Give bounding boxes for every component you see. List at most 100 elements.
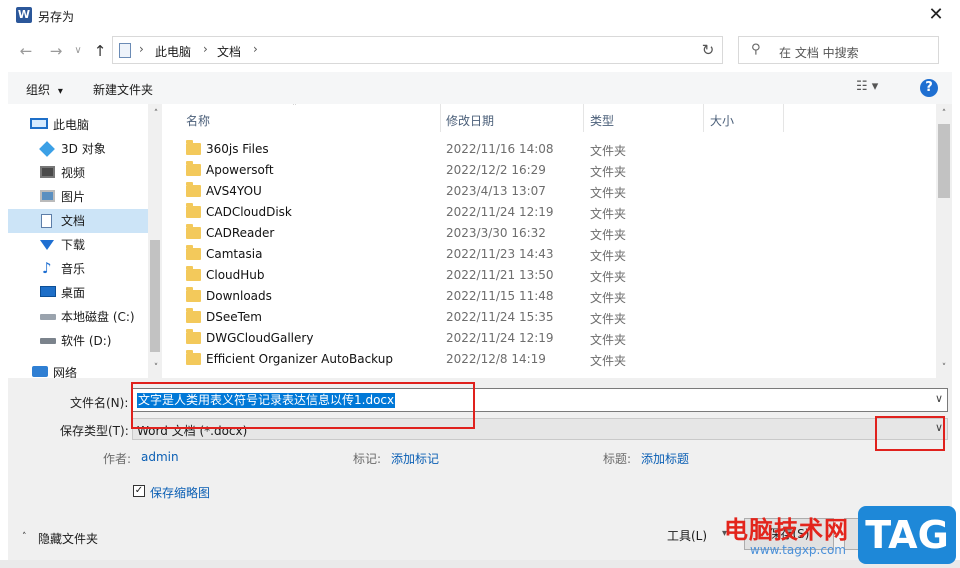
help-icon[interactable]: ? (920, 79, 938, 97)
download-icon (40, 240, 54, 250)
sidebar-item-label: 下载 (61, 238, 86, 252)
video-icon (40, 166, 55, 178)
watermark-url: www.tagxp.com (750, 543, 846, 557)
folder-icon (186, 203, 201, 218)
new-folder-button[interactable]: 新建文件夹 (93, 81, 153, 98)
file-row[interactable]: Efficient Organizer AutoBackup 2022/12/8 … (164, 349, 934, 370)
recent-locations-chevron-icon[interactable]: ∨ (66, 40, 90, 62)
sidebar-item-drive-d[interactable]: 软件 (D:) (8, 329, 148, 353)
view-options-icon[interactable]: ☷ ▾ (856, 79, 896, 97)
organize-button[interactable]: 组织 ▾ (26, 81, 63, 98)
sidebar-item-network[interactable]: 网络 (8, 361, 148, 378)
title-value[interactable]: 添加标题 (641, 450, 689, 467)
file-name: CADReader (206, 226, 275, 240)
file-row[interactable]: CADCloudDisk 2022/11/24 12:19 文件夹 (164, 202, 934, 223)
file-type: 文件夹 (590, 207, 627, 221)
tools-button[interactable]: 工具(L) (667, 527, 707, 544)
breadcrumb-separator-icon: › (253, 42, 258, 56)
folder-icon (186, 350, 201, 365)
file-date: 2022/11/23 14:43 (446, 247, 554, 261)
tags-label: 标记: (353, 452, 382, 466)
sidebar-item-documents[interactable]: 文档 (8, 209, 148, 233)
sidebar-item-pictures[interactable]: 图片 (8, 185, 148, 209)
sidebar-item-label: 文档 (61, 214, 86, 228)
file-row[interactable]: Apowersoft 2022/12/2 16:29 文件夹 (164, 160, 934, 181)
author-value[interactable]: admin (141, 450, 179, 464)
column-divider[interactable] (583, 104, 584, 132)
file-row[interactable]: DSeeTem 2022/11/24 15:35 文件夹 (164, 307, 934, 328)
sidebar-item-drive-c[interactable]: 本地磁盘 (C:) (8, 305, 148, 329)
sidebar-item-label: 软件 (D:) (61, 334, 112, 348)
file-name: CADCloudDisk (206, 205, 292, 219)
chevron-down-icon: ▾ (57, 86, 63, 97)
computer-icon (30, 118, 48, 129)
back-arrow-icon[interactable]: ← (14, 40, 38, 62)
navigation-pane: 此电脑 3D 对象 视频 图片 文档 下载 ♪ 音乐 桌面 本地磁盘 (C:) … (8, 104, 162, 378)
sidebar-item-downloads[interactable]: 下载 (8, 233, 148, 257)
network-icon (32, 366, 48, 377)
file-row[interactable]: CADReader 2023/3/30 16:32 文件夹 (164, 223, 934, 244)
sidebar-item-this-pc[interactable]: 此电脑 (8, 113, 148, 137)
file-row[interactable]: Camtasia 2022/11/23 14:43 文件夹 (164, 244, 934, 265)
tags-value[interactable]: 添加标记 (391, 450, 439, 467)
folder-icon (186, 308, 201, 323)
navigation-scroll-thumb[interactable] (150, 240, 160, 352)
file-row[interactable]: DWGCloudGallery 2022/11/24 12:19 文件夹 (164, 328, 934, 349)
file-date: 2022/12/8 14:19 (446, 352, 546, 366)
chevron-down-icon[interactable]: ∨ (935, 392, 943, 405)
document-icon (41, 214, 52, 228)
search-input[interactable]: ⚲ 在 文档 中搜索 (738, 36, 939, 64)
up-folder-icon[interactable]: ↑ (88, 40, 112, 62)
window-bottom-edge (0, 560, 960, 568)
column-divider[interactable] (783, 104, 784, 132)
scroll-up-icon[interactable]: ˄ (148, 106, 164, 122)
scroll-down-icon[interactable]: ˅ (148, 360, 164, 376)
breadcrumb-documents[interactable]: 文档 (217, 43, 241, 60)
sidebar-item-music[interactable]: ♪ 音乐 (8, 257, 148, 281)
file-name: Efficient Organizer AutoBackup (206, 352, 393, 366)
column-divider[interactable] (440, 104, 441, 132)
file-row[interactable]: Downloads 2022/11/15 11:48 文件夹 (164, 286, 934, 307)
column-header-type[interactable]: 类型 (590, 112, 614, 129)
picture-icon (40, 190, 55, 202)
file-date: 2022/11/21 13:50 (446, 268, 554, 282)
file-type: 文件夹 (590, 291, 627, 305)
save-thumbnail-checkbox[interactable]: ✓ (133, 485, 145, 497)
close-icon[interactable]: ✕ (924, 4, 948, 28)
file-row[interactable]: AVS4YOU 2023/4/13 13:07 文件夹 (164, 181, 934, 202)
chevron-up-icon[interactable]: ˄ (22, 532, 27, 542)
breadcrumb-separator-icon: › (203, 42, 208, 56)
column-header-date[interactable]: 修改日期 (446, 112, 494, 129)
file-date: 2023/3/30 16:32 (446, 226, 546, 240)
sidebar-item-label: 本地磁盘 (C:) (61, 310, 135, 324)
file-date: 2022/11/24 12:19 (446, 205, 554, 219)
file-row[interactable]: 360js Files 2022/11/16 14:08 文件夹 (164, 139, 934, 160)
column-header-name[interactable]: 名称 (186, 112, 210, 129)
file-name: 360js Files (206, 142, 269, 156)
file-name: AVS4YOU (206, 184, 262, 198)
sidebar-item-label: 3D 对象 (61, 142, 106, 156)
sort-ascending-icon: ˄ (292, 104, 297, 113)
save-thumbnail-label[interactable]: 保存缩略图 (150, 484, 210, 501)
desktop-icon (40, 286, 56, 297)
file-list-scroll-thumb[interactable] (938, 124, 950, 198)
file-name: Camtasia (206, 247, 263, 261)
address-bar[interactable]: › 此电脑 › 文档 › (112, 36, 723, 64)
file-row[interactable]: CloudHub 2022/11/21 13:50 文件夹 (164, 265, 934, 286)
column-divider[interactable] (703, 104, 704, 132)
file-type: 文件夹 (590, 270, 627, 284)
sidebar-item-videos[interactable]: 视频 (8, 161, 148, 185)
file-date: 2022/11/15 11:48 (446, 289, 554, 303)
file-name: CloudHub (206, 268, 265, 282)
hide-folders-button[interactable]: 隐藏文件夹 (38, 530, 98, 547)
folder-icon (186, 287, 201, 302)
file-type: 文件夹 (590, 354, 627, 368)
scroll-down-icon[interactable]: ˅ (936, 360, 952, 376)
sidebar-item-desktop[interactable]: 桌面 (8, 281, 148, 305)
breadcrumb-this-pc[interactable]: 此电脑 (155, 43, 191, 60)
sidebar-item-3d-objects[interactable]: 3D 对象 (8, 137, 148, 161)
forward-arrow-icon[interactable]: → (44, 40, 68, 62)
column-header-size[interactable]: 大小 (710, 112, 734, 129)
refresh-icon[interactable]: ↻ (694, 36, 722, 64)
scroll-up-icon[interactable]: ˄ (936, 106, 952, 122)
